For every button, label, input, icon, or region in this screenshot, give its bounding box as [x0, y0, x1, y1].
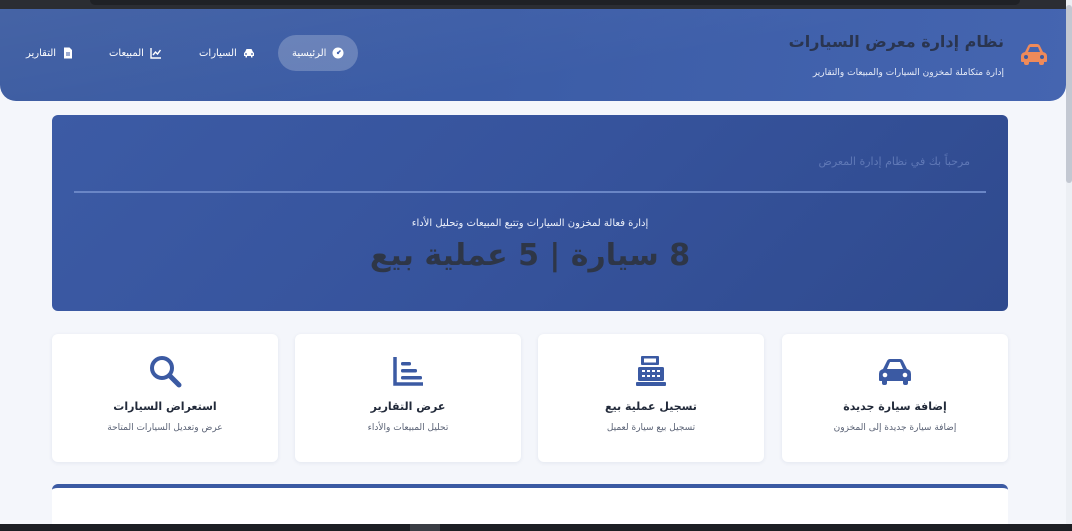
chart-line-icon [150, 48, 161, 59]
bar-chart-icon [393, 357, 423, 386]
app-header: نظام إدارة معرض السيارات إدارة متكاملة ل… [0, 9, 1066, 101]
card-browse-cars-icon-wrap [52, 354, 278, 388]
card-reports[interactable]: عرض التقارير تحليل المبيعات والأداء [295, 334, 521, 462]
card-reports-desc: تحليل المبيعات والأداء [367, 423, 449, 433]
browser-top-strip [0, 0, 1072, 9]
search-icon [150, 356, 182, 388]
scrollbar-thumb[interactable] [1066, 5, 1072, 183]
card-browse-cars-desc: عرض وتعديل السيارات المتاحة [107, 423, 223, 433]
cash-register-icon [636, 356, 666, 386]
nav-sales[interactable]: المبيعات [95, 35, 176, 71]
car-icon [243, 49, 254, 58]
card-reports-title: عرض التقارير [370, 400, 446, 413]
brand: نظام إدارة معرض السيارات إدارة متكاملة ل… [788, 31, 1048, 91]
app-subtitle: إدارة متكاملة لمخزون السيارات والمبيعات … [812, 68, 1004, 78]
hero-banner: مرحباً بك في نظام إدارة المعرض إدارة فعا… [52, 115, 1008, 311]
card-add-car-icon-wrap [782, 354, 1008, 388]
main-nav: الرئيسية السيارات المبيعات التقارير [0, 9, 400, 101]
card-add-car-title: إضافة سيارة جديدة [843, 400, 947, 413]
card-browse-cars-title: استعراض السيارات [113, 400, 217, 413]
card-add-car-desc: إضافة سيارة جديدة إلى المخزون [833, 423, 957, 433]
card-browse-cars[interactable]: استعراض السيارات عرض وتعديل السيارات الم… [52, 334, 278, 462]
nav-cars-label: السيارات [199, 47, 237, 59]
browser-top-bar [90, 0, 1020, 5]
scrollbar[interactable] [1066, 0, 1072, 531]
nav-home[interactable]: الرئيسية [278, 35, 359, 71]
hero-divider [74, 191, 986, 193]
dashboard-icon [332, 47, 344, 59]
file-icon [64, 47, 73, 59]
taskbar-item[interactable] [410, 524, 440, 531]
nav-cars[interactable]: السيارات [185, 35, 269, 71]
card-record-sale-title: تسجيل عملية بيع [605, 400, 697, 413]
taskbar [0, 524, 1072, 531]
card-record-sale-icon-wrap [538, 354, 764, 388]
card-reports-icon-wrap [295, 354, 521, 388]
hero-description: إدارة فعالة لمخزون السيارات وتتبع المبيع… [411, 218, 649, 229]
card-record-sale[interactable]: تسجيل عملية بيع تسجيل بيع سيارة لعميل [538, 334, 764, 462]
app-title: نظام إدارة معرض السيارات [788, 32, 1004, 51]
nav-sales-label: المبيعات [109, 47, 144, 59]
nav-reports[interactable]: التقارير [12, 35, 88, 71]
hero-welcome: مرحباً بك في نظام إدارة المعرض [818, 155, 970, 168]
nav-home-label: الرئيسية [292, 47, 327, 59]
card-record-sale-desc: تسجيل بيع سيارة لعميل [606, 423, 696, 433]
card-add-car[interactable]: إضافة سيارة جديدة إضافة سيارة جديدة إلى … [782, 334, 1008, 462]
car-logo-icon [1021, 44, 1047, 65]
car-icon [879, 359, 911, 385]
nav-reports-label: التقارير [26, 47, 57, 59]
hero-stats: 8 سيارة | 5 عملية بيع [369, 238, 691, 273]
